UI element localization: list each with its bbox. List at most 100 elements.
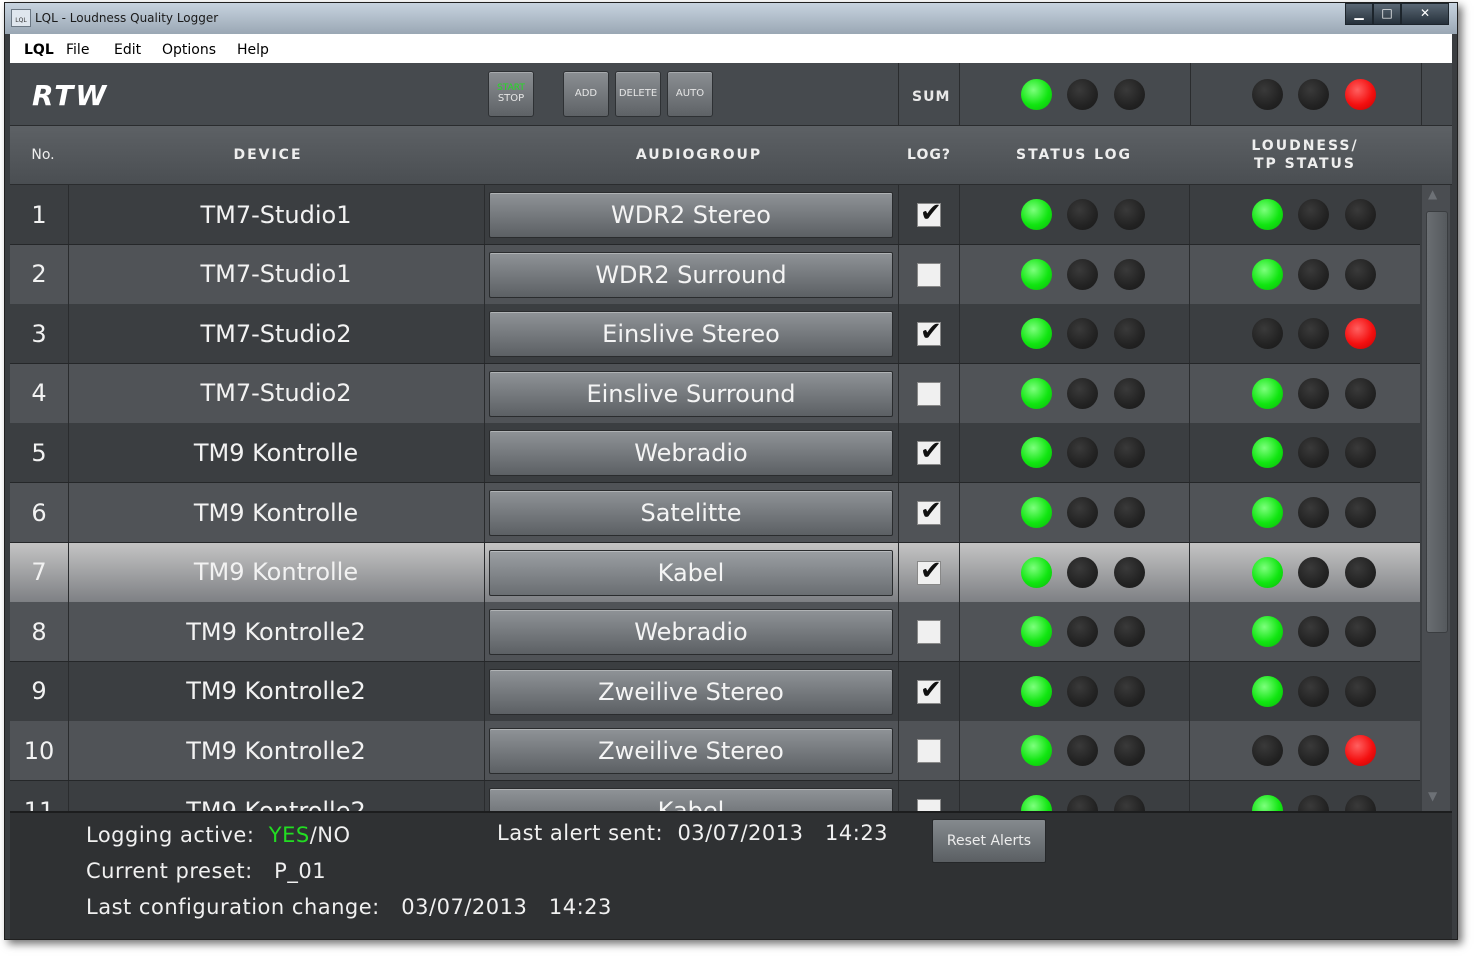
audiogroup-button[interactable]: Satelitte — [489, 490, 893, 536]
led-off-icon — [1067, 795, 1098, 811]
audiogroup-button[interactable]: Kabel — [489, 549, 893, 596]
log-cell: ✔ — [898, 661, 960, 721]
row-number: 10 — [10, 721, 69, 781]
log-checkbox[interactable] — [917, 620, 941, 645]
audiogroup-button[interactable]: Einslive Stereo — [489, 311, 893, 358]
log-checkbox[interactable]: ✔ — [917, 436, 942, 466]
maximize-button[interactable]: □ — [1373, 3, 1401, 25]
header-audiogroup[interactable]: AUDIOGROUP — [489, 126, 909, 184]
audiogroup-button[interactable]: Zweilive Stereo — [489, 728, 893, 775]
log-checkbox[interactable]: ✔ — [917, 496, 942, 526]
header-log[interactable]: LOG? — [898, 126, 960, 184]
menu-help[interactable]: Help — [237, 42, 269, 58]
table-row[interactable]: 8 TM9 Kontrolle2 Webradio — [10, 602, 1420, 663]
log-checkbox[interactable] — [917, 739, 941, 764]
log-checkbox[interactable]: ✔ — [917, 198, 942, 228]
window-title: LQL - Loudness Quality Logger — [35, 11, 219, 25]
table-row[interactable]: 10 TM9 Kontrolle2 Zweilive Stereo — [10, 721, 1420, 782]
add-button[interactable]: ADD — [563, 71, 609, 117]
header-status-log[interactable]: STATUS LOG — [959, 126, 1189, 184]
log-checkbox[interactable] — [917, 262, 941, 287]
table-row[interactable]: 7 TM9 Kontrolle Kabel ✔ — [10, 542, 1420, 603]
led-off-icon — [1298, 377, 1329, 409]
close-button[interactable]: ✕ — [1401, 3, 1449, 25]
status-log-leds — [959, 602, 1190, 662]
scroll-down-arrow-icon[interactable]: ▼ — [1428, 789, 1437, 803]
logging-no[interactable]: NO — [317, 823, 350, 847]
scrollbar-thumb[interactable] — [1426, 211, 1448, 633]
led-off-icon — [1345, 795, 1376, 811]
last-config-change: Last configuration change: 03/07/2013 14… — [86, 895, 612, 919]
led-green-icon — [1021, 795, 1052, 811]
table-row[interactable]: 1 TM7-Studio1 WDR2 Stereo ✔ — [10, 185, 1420, 245]
menu-edit[interactable]: Edit — [114, 42, 141, 58]
led-off-icon — [1298, 497, 1329, 528]
table-row[interactable]: 5 TM9 Kontrolle Webradio ✔ — [10, 423, 1420, 484]
row-number: 4 — [10, 363, 69, 423]
menu-options[interactable]: Options — [162, 42, 216, 58]
minimize-button[interactable]: ▁ — [1345, 3, 1373, 25]
log-checkbox[interactable] — [917, 381, 941, 406]
audiogroup-button[interactable]: Zweilive Stereo — [489, 668, 893, 715]
led-off-icon — [1114, 437, 1145, 469]
start-stop-button[interactable]: START STOP — [488, 71, 534, 117]
table-row[interactable]: 6 TM9 Kontrolle Satelitte ✔ — [10, 483, 1420, 543]
log-checkbox[interactable]: ✔ — [917, 556, 942, 586]
status-log-leds — [959, 185, 1190, 244]
log-checkbox[interactable]: ✔ — [917, 675, 942, 705]
led-off-icon — [1114, 199, 1145, 230]
device-name: TM9 Kontrolle — [68, 483, 485, 542]
scroll-up-arrow-icon[interactable]: ▲ — [1428, 187, 1437, 201]
log-checkbox[interactable] — [917, 799, 941, 811]
led-off-icon — [1114, 735, 1145, 767]
header-no[interactable]: No. — [10, 126, 76, 184]
reset-alerts-button[interactable]: Reset Alerts — [932, 819, 1046, 863]
table-row[interactable]: 11 TM9 Kontrolle2 Kabel — [10, 781, 1420, 811]
menu-file[interactable]: File — [66, 42, 89, 58]
delete-button[interactable]: DELETE — [615, 71, 661, 117]
led-green-icon — [1021, 675, 1052, 707]
table-row[interactable]: 4 TM7-Studio2 Einslive Surround — [10, 363, 1420, 424]
led-green-icon — [1252, 497, 1283, 528]
app-icon: LQL — [11, 9, 31, 27]
header-loudness-tp-status[interactable]: LOUDNESS/ TP STATUS — [1190, 126, 1420, 184]
led-off-icon — [1298, 79, 1329, 110]
audiogroup-button[interactable]: Webradio — [489, 609, 893, 656]
led-green-icon — [1252, 377, 1283, 409]
status-log-leds — [959, 781, 1190, 811]
vertical-scrollbar[interactable]: ▲ ▼ — [1422, 185, 1450, 811]
title-bar[interactable]: LQL LQL - Loudness Quality Logger ▁ □ ✕ — [5, 3, 1457, 34]
led-green-icon — [1021, 735, 1052, 767]
checkmark-icon: ✔ — [920, 436, 942, 467]
start-label: START — [497, 83, 525, 93]
row-number: 7 — [10, 542, 69, 602]
last-alert-sent: Last alert sent: 03/07/2013 14:23 — [497, 821, 888, 845]
log-checkbox[interactable]: ✔ — [917, 317, 942, 347]
menu-app-name: LQL — [24, 42, 54, 58]
audiogroup-button[interactable]: WDR2 Surround — [489, 251, 893, 298]
audiogroup-button[interactable]: Einslive Surround — [489, 370, 893, 417]
alert-date: 03/07/2013 — [677, 821, 804, 845]
log-cell: ✔ — [898, 304, 960, 364]
preset-label: Current preset: — [86, 859, 253, 883]
auto-button[interactable]: AUTO — [667, 71, 713, 117]
audiogroup-button[interactable]: Webradio — [489, 430, 893, 477]
audiogroup-button[interactable]: WDR2 Stereo — [489, 192, 893, 238]
device-name: TM9 Kontrolle2 — [68, 602, 485, 662]
device-name: TM9 Kontrolle — [68, 542, 485, 602]
header-device[interactable]: DEVICE — [68, 126, 468, 184]
table-row[interactable]: 3 TM7-Studio2 Einslive Stereo ✔ — [10, 304, 1420, 365]
led-off-icon — [1345, 199, 1376, 230]
rtw-logo: RTW — [32, 79, 109, 112]
logging-yes[interactable]: YES — [269, 823, 310, 847]
checkmark-icon: ✔ — [920, 555, 942, 586]
audiogroup-button[interactable]: Kabel — [489, 788, 893, 811]
table-row[interactable]: 9 TM9 Kontrolle2 Zweilive Stereo ✔ — [10, 661, 1420, 722]
table-row[interactable]: 2 TM7-Studio1 WDR2 Surround — [10, 244, 1420, 305]
led-green-icon — [1021, 556, 1052, 588]
device-name: TM7-Studio1 — [68, 185, 485, 244]
header-loudness-line2: TP STATUS — [1254, 156, 1356, 172]
checkmark-icon: ✔ — [920, 674, 942, 705]
menu-bar: LQL File Edit Options Help — [10, 34, 1452, 64]
led-off-icon — [1067, 199, 1098, 230]
